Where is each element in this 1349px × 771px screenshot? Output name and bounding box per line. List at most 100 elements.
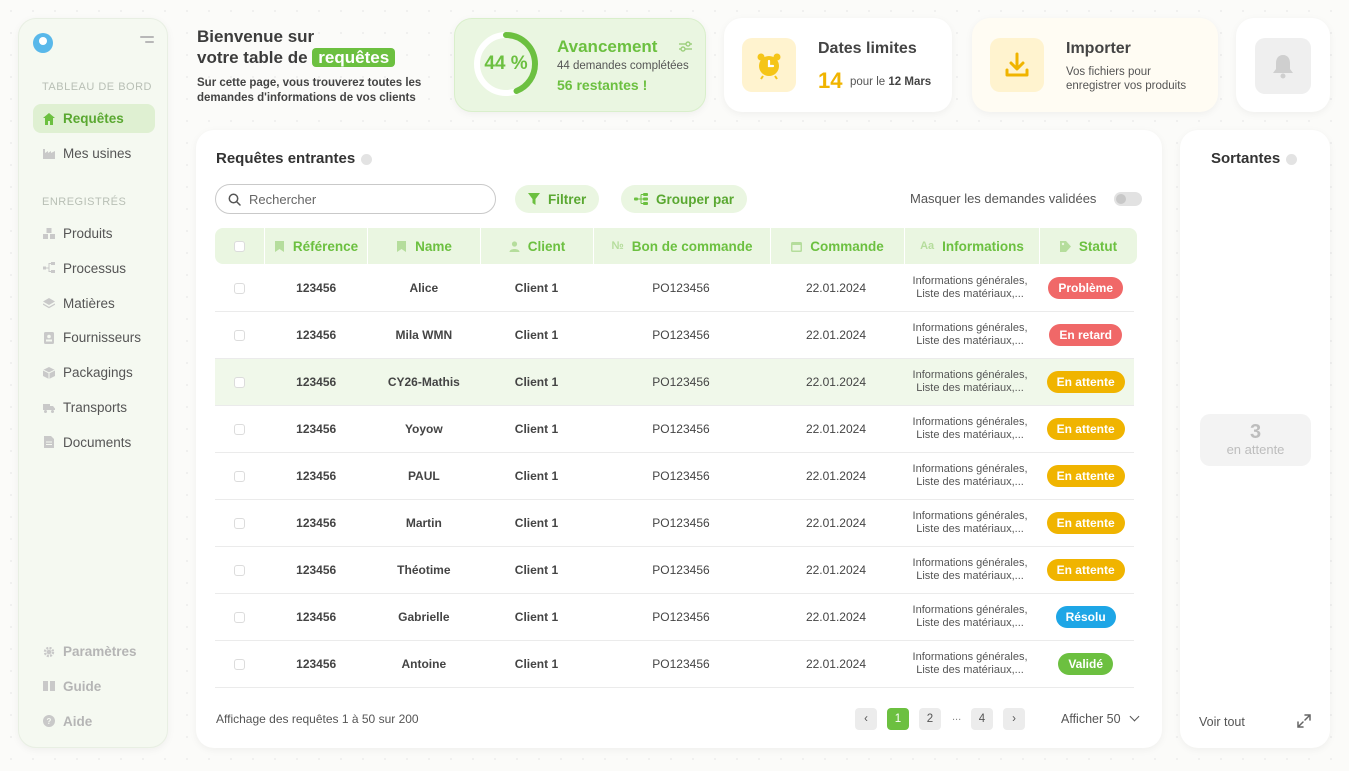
collapse-sidebar-icon[interactable] [140, 36, 154, 48]
row-checkbox[interactable] [234, 658, 246, 670]
deadline-prefix: pour le [850, 76, 886, 88]
row-select-cell [215, 329, 265, 341]
status-badge[interactable]: Problème [1048, 277, 1123, 299]
column-name[interactable]: Name [368, 228, 481, 264]
sidebar-item-parametres[interactable]: Paramètres [33, 637, 155, 666]
row-checkbox[interactable] [234, 564, 246, 576]
group-by-button[interactable]: Grouper par [621, 185, 748, 213]
sidebar-item-documents[interactable]: Documents [33, 428, 155, 457]
cell-status: En attente [1037, 371, 1134, 393]
page-2-button[interactable]: 2 [919, 708, 941, 730]
page-4-button[interactable]: 4 [971, 708, 993, 730]
section-dashboard-label: TABLEAU DE BORD [42, 81, 152, 93]
cell-name: Yoyow [404, 422, 443, 436]
column-order-date[interactable]: Commande [771, 228, 905, 264]
status-badge[interactable]: En attente [1046, 559, 1125, 581]
row-checkbox[interactable] [234, 282, 246, 294]
sliders-icon[interactable] [679, 41, 692, 52]
info-line-2: Liste des matériaux,... [916, 570, 1024, 582]
sidebar: TABLEAU DE BORD Requêtes Mes usines ENREG… [18, 18, 168, 748]
row-checkbox[interactable] [234, 329, 246, 341]
column-purchase-order[interactable]: № Bon de commande [594, 228, 771, 264]
table-row[interactable]: 123456 Gabrielle Client 1 PO123456 22.01.202… [215, 594, 1134, 641]
see-all-link[interactable]: Voir tout [1199, 715, 1245, 729]
column-information-label: Informations [942, 238, 1024, 254]
cell-client: Client 1 [514, 422, 559, 436]
table-row[interactable]: 123456 PAUL Client 1 PO123456 22.01.2024 Info… [215, 453, 1134, 500]
sidebar-item-processus[interactable]: Processus [33, 254, 155, 283]
search-icon [228, 193, 241, 206]
help-icon[interactable] [361, 153, 373, 165]
info-line-1: Informations générales, [912, 510, 1028, 522]
table-row[interactable]: 123456 Yoyow Client 1 PO123456 22.01.2024 Inf… [215, 406, 1134, 453]
pagination-info: Affichage des requêtes 1 à 50 sur 200 [216, 712, 419, 726]
row-select-cell [215, 658, 265, 670]
outgoing-title-text: Sortantes [1211, 150, 1281, 167]
import-card[interactable]: Importer Vos fichiers pour enregistrer v… [972, 18, 1218, 112]
column-status[interactable]: Statut [1040, 228, 1137, 264]
notification-button[interactable] [1255, 38, 1311, 94]
sidebar-item-produits[interactable]: Produits [33, 219, 155, 248]
status-badge[interactable]: Validé [1058, 653, 1113, 675]
table-row[interactable]: 123456 Alice Client 1 PO123456 22.01.2024 Inf… [215, 265, 1134, 312]
table-row[interactable]: 123456 CY26-Mathis Client 1 PO123456 22.01.2… [215, 359, 1134, 406]
row-checkbox[interactable] [234, 470, 246, 482]
deadline-card[interactable]: Dates limites 14 pour le 12 Mars [724, 18, 952, 112]
filter-button[interactable]: Filtrer [515, 185, 600, 213]
cell-purchase-order: PO123456 [652, 469, 710, 483]
app-logo[interactable] [33, 33, 53, 53]
cell-reference: 123456 [296, 281, 337, 295]
status-badge[interactable]: En retard [1049, 324, 1122, 346]
help-icon[interactable] [1286, 153, 1298, 165]
table-row[interactable]: 123456 Mila WMN Client 1 PO123456 22.01.2024… [215, 312, 1134, 359]
page-size-select[interactable]: Afficher 50 [1061, 711, 1139, 726]
row-checkbox[interactable] [234, 376, 246, 388]
sidebar-item-label: Fournisseurs [63, 330, 142, 346]
outgoing-pending[interactable]: 3 en attente [1200, 414, 1311, 466]
sidebar-item-mes-usines[interactable]: Mes usines [33, 139, 155, 168]
sidebar-item-matieres[interactable]: Matières [33, 289, 155, 318]
sidebar-item-requetes[interactable]: Requêtes [33, 104, 155, 133]
prev-page-button[interactable]: ‹ [855, 708, 877, 730]
info-line-2: Liste des matériaux,... [916, 664, 1024, 676]
cell-information: Informations générales, Liste des matéria… [903, 651, 1038, 677]
status-badge[interactable]: En attente [1046, 465, 1125, 487]
cell-purchase-order: PO123456 [652, 610, 710, 624]
status-badge[interactable]: En attente [1046, 418, 1125, 440]
next-page-button[interactable]: › [1003, 708, 1025, 730]
sidebar-item-transports[interactable]: Transports [33, 393, 155, 422]
filter-icon [528, 193, 540, 205]
table-row[interactable]: 123456 Antoine Client 1 PO123456 22.01.2024 I… [215, 641, 1134, 688]
status-badge[interactable]: Résolu [1055, 606, 1116, 628]
row-checkbox[interactable] [234, 423, 246, 435]
cell-information: Informations générales, Liste des matéria… [903, 463, 1038, 489]
select-all-checkbox[interactable] [234, 240, 245, 252]
search-input[interactable] [249, 191, 479, 207]
table-row[interactable]: 123456 Martin Client 1 PO123456 22.01.2024 In… [215, 500, 1134, 547]
column-reference[interactable]: Référence [265, 228, 368, 264]
cell-information: Informations générales, Liste des matéria… [903, 557, 1038, 583]
page-1-button[interactable]: 1 [887, 708, 909, 730]
cell-reference: 123456 [296, 375, 337, 389]
cell-purchase-order: PO123456 [652, 375, 710, 389]
column-information[interactable]: Aa Informations [905, 228, 1040, 264]
cell-client: Client 1 [514, 469, 559, 483]
status-badge[interactable]: En attente [1046, 371, 1125, 393]
outgoing-title: Sortantes [1211, 150, 1298, 167]
search-box[interactable] [215, 184, 496, 214]
status-badge[interactable]: En attente [1046, 512, 1125, 534]
hide-validated-toggle[interactable] [1114, 192, 1142, 206]
sidebar-item-guide[interactable]: Guide [33, 672, 155, 701]
expand-icon[interactable] [1297, 714, 1311, 728]
incoming-title: Requêtes entrantes [216, 150, 373, 167]
alarm-clock-icon [742, 38, 796, 92]
table-row[interactable]: 123456 Théotime Client 1 PO123456 22.01.2024… [215, 547, 1134, 594]
sidebar-item-label: Matières [63, 295, 115, 311]
package-icon [42, 366, 56, 379]
row-checkbox[interactable] [234, 517, 246, 529]
row-checkbox[interactable] [234, 611, 246, 623]
column-client[interactable]: Client [481, 228, 594, 264]
sidebar-item-packagings[interactable]: Packagings [33, 358, 155, 387]
sidebar-item-fournisseurs[interactable]: Fournisseurs [33, 323, 155, 352]
sidebar-item-aide[interactable]: ? Aide [33, 707, 155, 736]
